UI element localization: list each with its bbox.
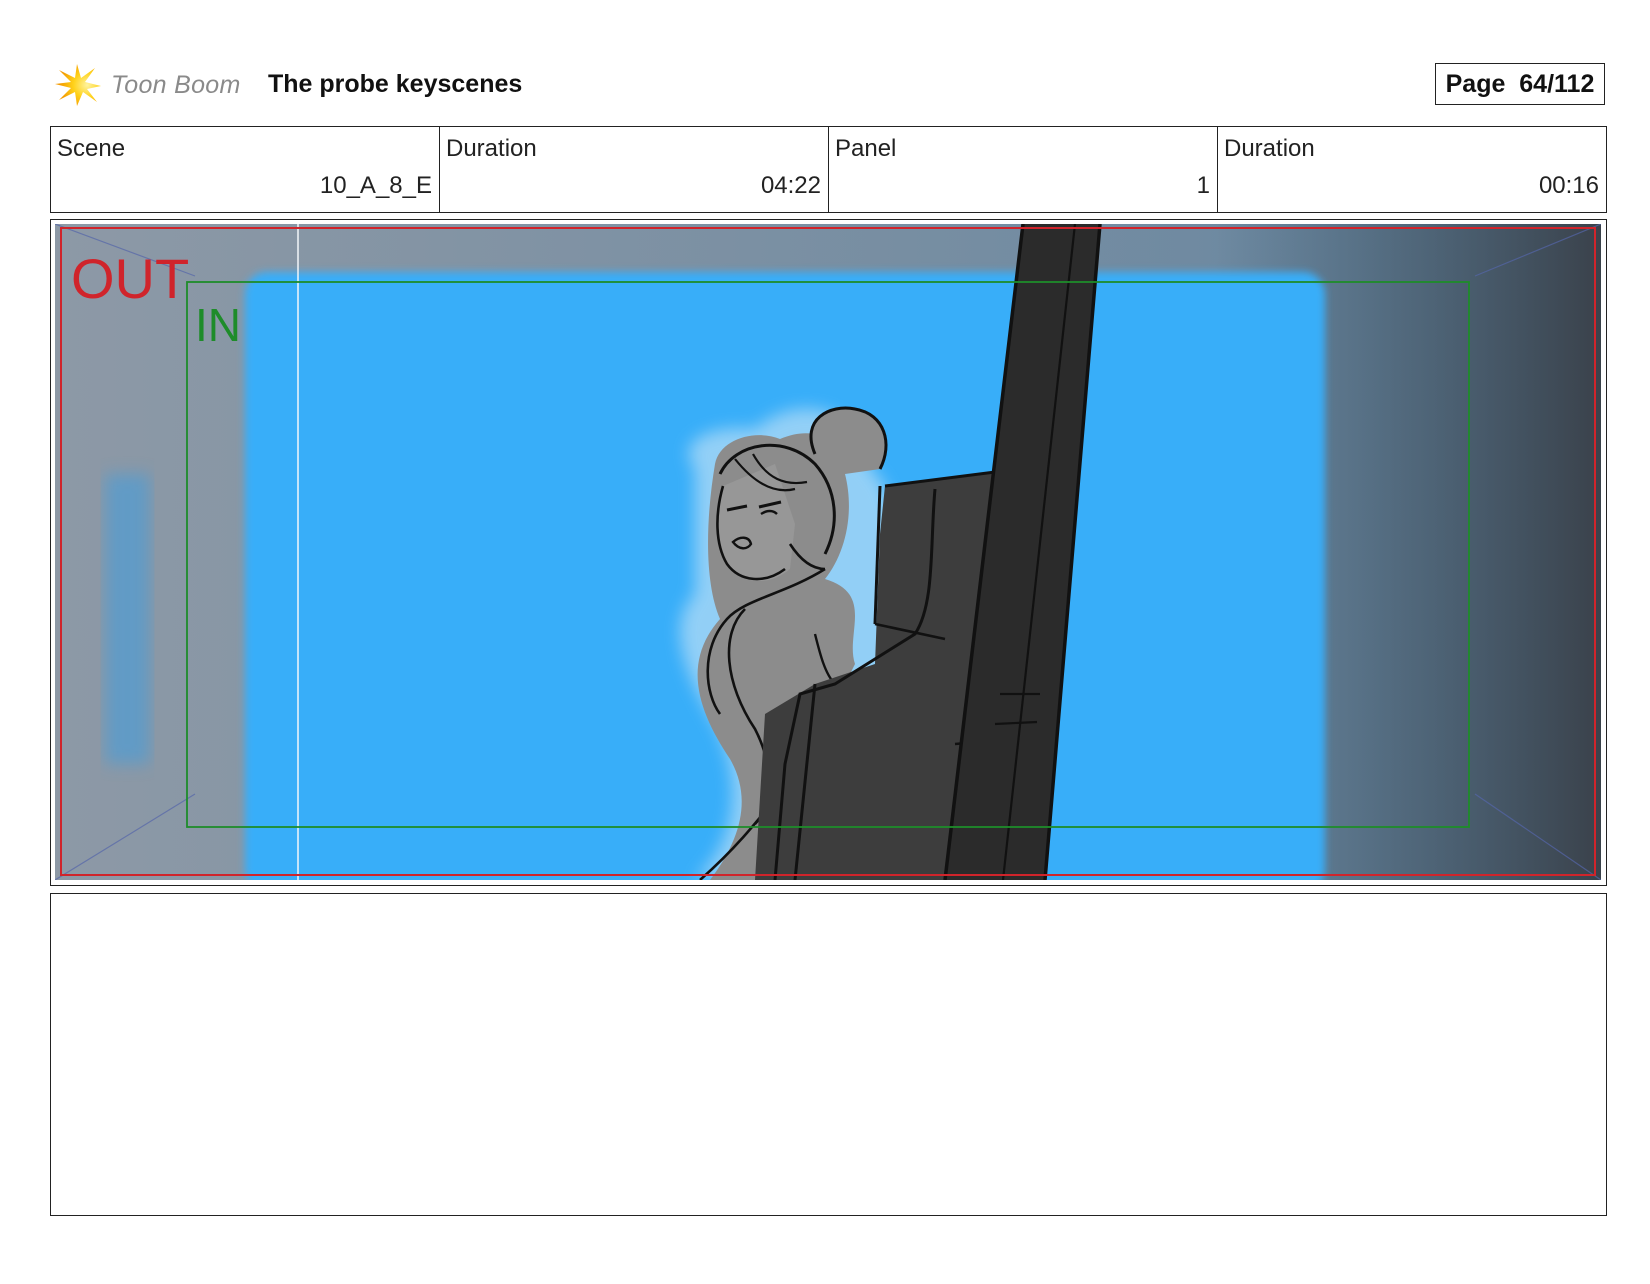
in-label: IN [195, 299, 241, 351]
toon-boom-logo: Toon Boom [55, 60, 255, 110]
page-indicator: Page 64/112 [1435, 63, 1605, 105]
scene-duration-label: Duration [446, 135, 537, 162]
scene-info-table: Scene 10_A_8_E Duration 04:22 Panel 1 Du… [50, 126, 1607, 213]
left-window-glow [105, 474, 150, 764]
panel-duration-value: 00:16 [1538, 172, 1599, 199]
panel-label: Panel [835, 135, 897, 162]
storyboard-panel: OUT IN [50, 219, 1607, 886]
page-label: Page [1445, 69, 1506, 98]
scene-duration-value: 04:22 [760, 172, 821, 199]
panel-duration-cell: Duration 00:16 [1218, 127, 1606, 212]
panel-drawing: OUT IN [55, 224, 1601, 880]
project-title: The probe keyscenes [268, 70, 523, 98]
panel-value: 1 [1196, 172, 1210, 199]
spark-icon [55, 64, 101, 106]
page-number: 64/112 [1519, 69, 1595, 98]
panel-notes-box[interactable] [50, 893, 1607, 1216]
scene-label: Scene [57, 135, 126, 162]
panel-duration-label: Duration [1224, 135, 1315, 162]
scene-cell: Scene 10_A_8_E [51, 127, 440, 212]
panel-artwork: OUT IN [55, 224, 1601, 880]
panel-cell: Panel 1 [829, 127, 1218, 212]
scene-value: 10_A_8_E [319, 172, 432, 199]
scene-duration-cell: Duration 04:22 [440, 127, 829, 212]
page-header: Toon Boom The probe keyscenes Page 64/11… [50, 52, 1610, 112]
logo-text: Toon Boom [111, 70, 241, 99]
out-label: OUT [71, 247, 189, 310]
